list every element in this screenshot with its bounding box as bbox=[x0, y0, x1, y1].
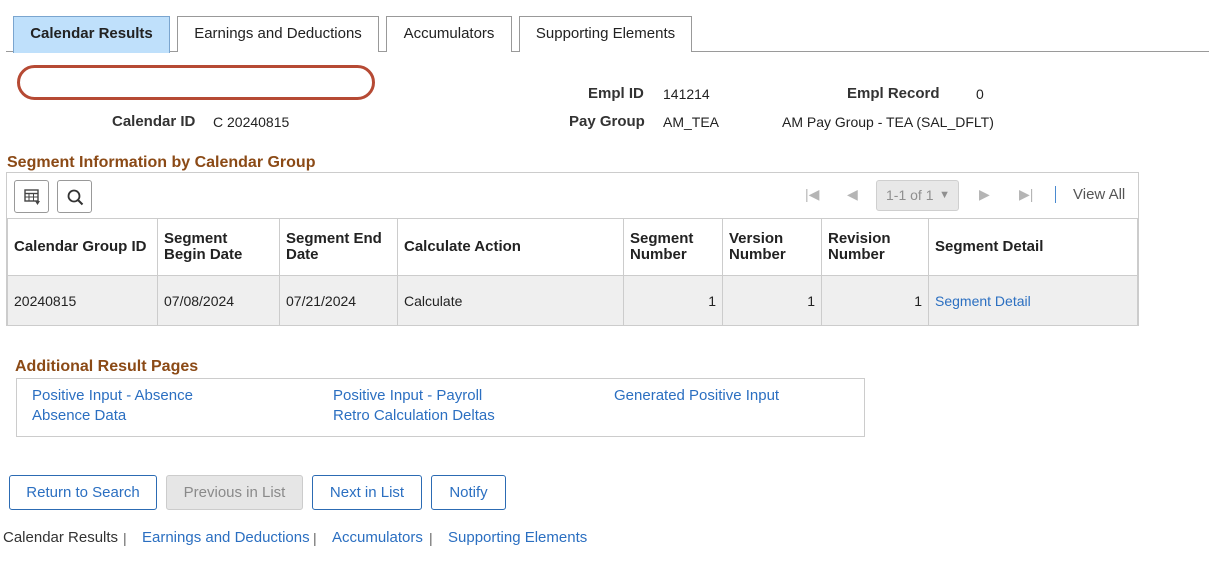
page-selector[interactable]: 1-1 of 1 ▼ bbox=[876, 180, 959, 211]
column-header-segment-number: Segment Number bbox=[623, 218, 723, 276]
previous-page-icon[interactable]: ◀ bbox=[847, 186, 858, 203]
generated-positive-input-link[interactable]: Generated Positive Input bbox=[614, 387, 779, 404]
next-in-list-button[interactable]: Next in List bbox=[312, 475, 422, 510]
absence-data-link[interactable]: Absence Data bbox=[32, 407, 126, 424]
column-header-segment-end-date: Segment End Date bbox=[279, 218, 398, 276]
footer-separator: | bbox=[429, 530, 433, 546]
tab-earnings-and-deductions[interactable]: Earnings and Deductions bbox=[177, 16, 379, 52]
retro-calculation-deltas-link[interactable]: Retro Calculation Deltas bbox=[333, 407, 495, 424]
empl-id-value: 141214 bbox=[663, 86, 710, 102]
cell-segment-detail: Segment Detail bbox=[928, 275, 1138, 326]
column-header-version-number: Version Number bbox=[722, 218, 822, 276]
first-page-icon[interactable]: |◀ bbox=[805, 186, 819, 203]
cell-version-number: 1 bbox=[722, 275, 822, 326]
pay-group-label: Pay Group bbox=[569, 113, 645, 130]
page-selector-text: 1-1 of 1 bbox=[886, 187, 934, 203]
empl-record-label: Empl Record bbox=[847, 85, 940, 102]
tab-supporting-elements[interactable]: Supporting Elements bbox=[519, 16, 692, 52]
empl-record-value: 0 bbox=[976, 86, 984, 102]
tab-calendar-results[interactable]: Calendar Results bbox=[13, 16, 170, 53]
pay-group-value: AM_TEA bbox=[663, 114, 720, 130]
cell-segment-end-date: 07/21/2024 bbox=[279, 275, 398, 326]
calendar-id-label: Calendar ID bbox=[112, 113, 196, 130]
last-page-icon[interactable]: ▶| bbox=[1019, 186, 1033, 203]
footer-supporting-elements-link[interactable]: Supporting Elements bbox=[448, 529, 587, 546]
table-row: 20240815 07/08/2024 07/21/2024 Calculate… bbox=[7, 275, 1138, 326]
tab-accumulators[interactable]: Accumulators bbox=[386, 16, 512, 52]
segment-detail-link[interactable]: Segment Detail bbox=[935, 293, 1031, 309]
additional-result-pages-box: Positive Input - Absence Positive Input … bbox=[16, 378, 865, 437]
column-header-segment-begin-date: Segment Begin Date bbox=[157, 218, 280, 276]
positive-input-payroll-link[interactable]: Positive Input - Payroll bbox=[333, 387, 482, 404]
footer-accumulators-link[interactable]: Accumulators bbox=[332, 529, 423, 546]
additional-section-title: Additional Result Pages bbox=[15, 358, 199, 375]
cell-segment-number: 1 bbox=[623, 275, 723, 326]
return-to-search-button[interactable]: Return to Search bbox=[9, 475, 157, 510]
positive-input-absence-link[interactable]: Positive Input - Absence bbox=[32, 387, 193, 404]
segment-section-title: Segment Information by Calendar Group bbox=[7, 154, 316, 171]
empl-id-label: Empl ID bbox=[588, 85, 644, 102]
calendar-id-value: C 20240815 bbox=[213, 114, 290, 130]
view-all-link[interactable]: View All bbox=[1073, 186, 1125, 203]
chevron-down-icon: ▼ bbox=[939, 189, 950, 201]
pay-group-description: AM Pay Group - TEA (SAL_DFLT) bbox=[782, 114, 994, 130]
footer-current-page: Calendar Results bbox=[3, 529, 119, 546]
pager-separator bbox=[1055, 186, 1056, 203]
find-in-grid-button[interactable] bbox=[57, 180, 92, 213]
footer-earnings-and-deductions-link[interactable]: Earnings and Deductions bbox=[142, 529, 310, 546]
column-header-calendar-group-id: Calendar Group ID bbox=[7, 218, 158, 276]
column-header-segment-detail: Segment Detail bbox=[928, 218, 1138, 276]
cell-calendar-group-id: 20240815 bbox=[7, 275, 158, 326]
cell-revision-number: 1 bbox=[821, 275, 929, 326]
grid-settings-icon bbox=[24, 189, 40, 205]
personalize-grid-button[interactable] bbox=[14, 180, 49, 213]
next-page-icon[interactable]: ▶ bbox=[979, 186, 990, 203]
table-header-row: Calendar Group ID Segment Begin Date Seg… bbox=[7, 218, 1138, 276]
search-icon bbox=[67, 189, 84, 206]
column-header-revision-number: Revision Number bbox=[821, 218, 929, 276]
footer-separator: | bbox=[123, 530, 127, 546]
footer-separator: | bbox=[313, 530, 317, 546]
column-header-calculate-action: Calculate Action bbox=[397, 218, 624, 276]
previous-in-list-button[interactable]: Previous in List bbox=[166, 475, 303, 510]
redacted-employee-name bbox=[17, 65, 375, 100]
cell-segment-begin-date: 07/08/2024 bbox=[157, 275, 280, 326]
cell-calculate-action: Calculate bbox=[397, 275, 624, 326]
segment-table: Calendar Group ID Segment Begin Date Seg… bbox=[7, 218, 1138, 326]
notify-button[interactable]: Notify bbox=[431, 475, 506, 510]
segment-grid: |◀ ◀ 1-1 of 1 ▼ ▶ ▶| View All Calendar G… bbox=[6, 172, 1139, 326]
